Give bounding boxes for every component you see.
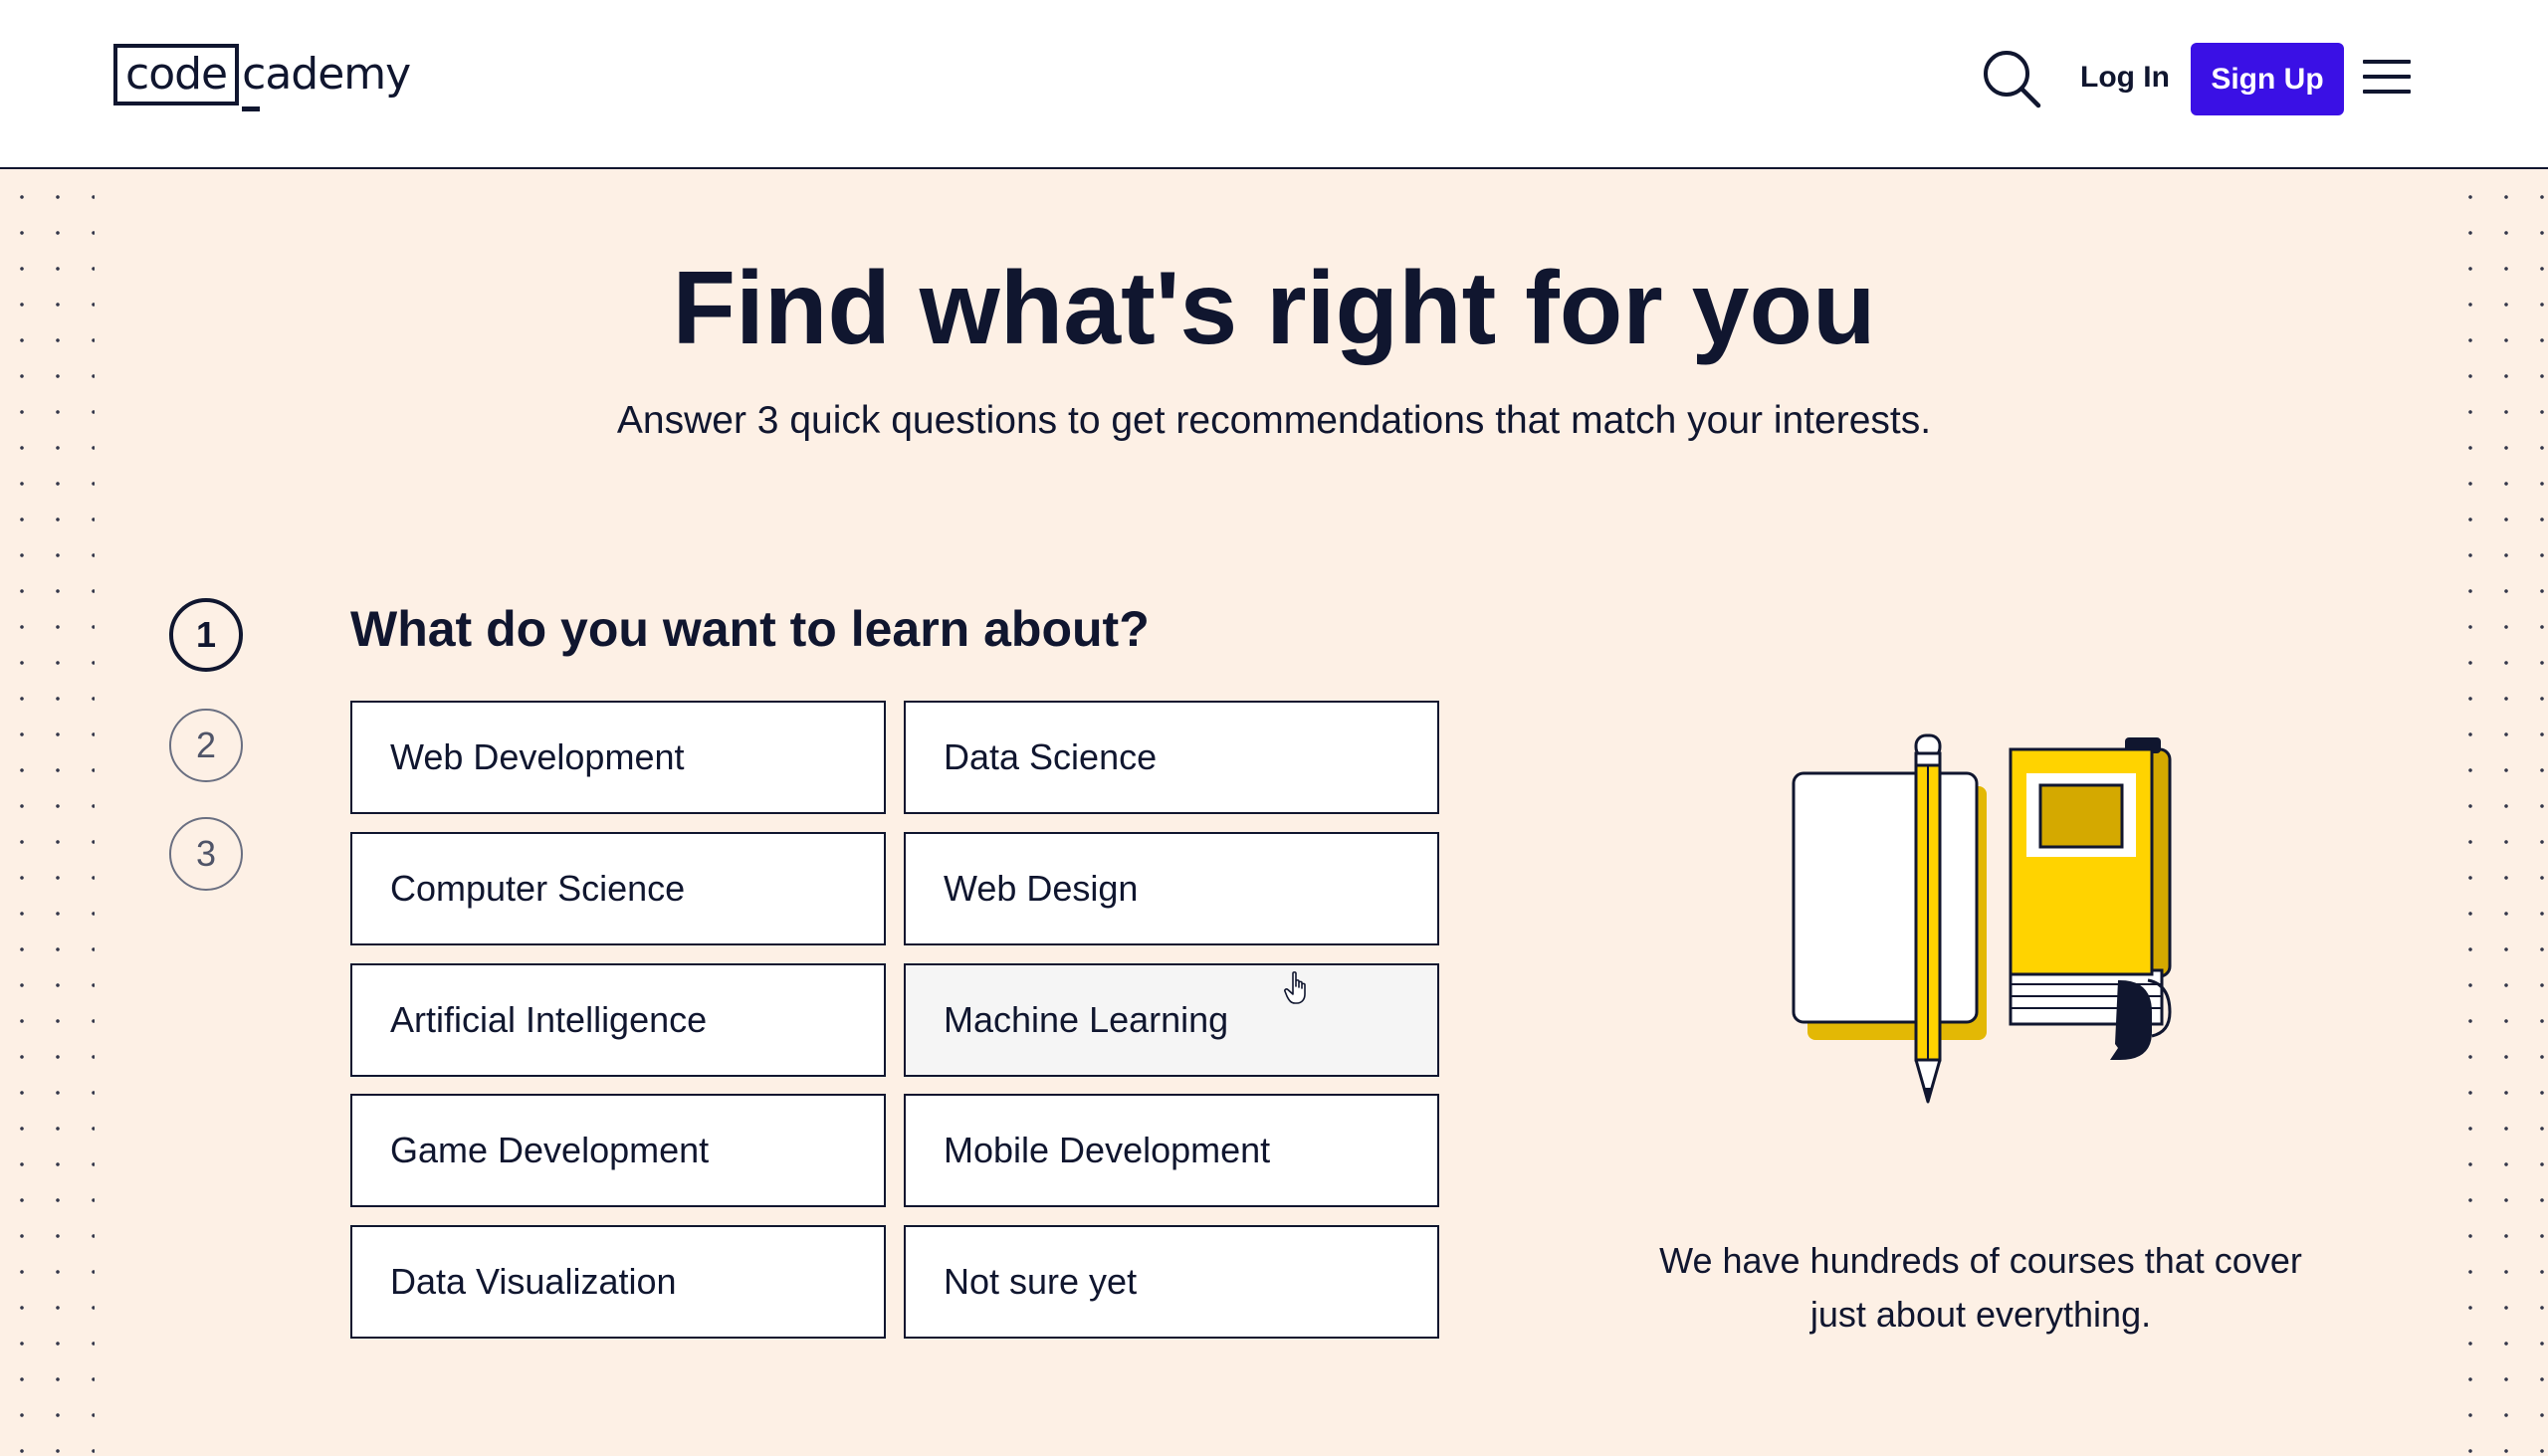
option-web-design[interactable]: Web Design: [904, 832, 1439, 945]
login-link[interactable]: Log In: [2080, 56, 2170, 100]
step-indicator-2: 2: [169, 709, 243, 782]
signup-button[interactable]: Sign Up: [2191, 43, 2344, 115]
logo-cademy-label: cademy: [242, 49, 411, 100]
pointer-cursor-icon: [1284, 970, 1314, 1006]
logo-cursor-mark: [242, 106, 261, 111]
side-description: We have hundreds of courses that cover j…: [1659, 1240, 2302, 1335]
logo-code-box: code: [113, 44, 240, 105]
hamburger-menu-icon[interactable]: [2363, 60, 2415, 98]
books-pencil-illustration: [1782, 731, 2239, 1149]
option-computer-science[interactable]: Computer Science: [350, 832, 886, 945]
step-indicator-1: 1: [169, 598, 243, 672]
page-title: Find what's right for you: [672, 251, 1876, 366]
option-data-science[interactable]: Data Science: [904, 701, 1439, 814]
option-machine-learning[interactable]: Machine Learning: [904, 963, 1439, 1077]
dotted-pattern-bottom: [95, 1441, 2448, 1456]
step-indicator-3: 3: [169, 817, 243, 891]
codecademy-logo[interactable]: code cademy: [113, 43, 411, 111]
option-data-visualization[interactable]: Data Visualization: [350, 1225, 886, 1339]
option-web-development[interactable]: Web Development: [350, 701, 886, 814]
option-not-sure-yet[interactable]: Not sure yet: [904, 1225, 1439, 1339]
option-game-development[interactable]: Game Development: [350, 1094, 886, 1207]
search-icon[interactable]: [1981, 48, 2042, 109]
option-artificial-intelligence[interactable]: Artificial Intelligence: [350, 963, 886, 1077]
site-header: code cademy Log In Sign Up: [0, 0, 2548, 169]
question-heading: What do you want to learn about?: [350, 601, 1150, 657]
logo-cademy-text: cademy: [239, 44, 411, 111]
page-subtitle: Answer 3 quick questions to get recommen…: [616, 399, 1932, 442]
option-mobile-development[interactable]: Mobile Development: [904, 1094, 1439, 1207]
